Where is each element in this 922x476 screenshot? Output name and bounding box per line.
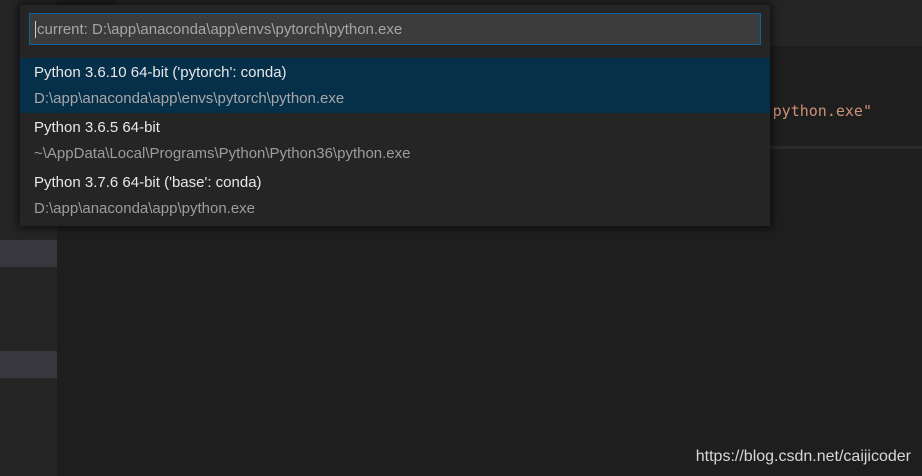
interpreter-path: ~\AppData\Local\Programs\Python\Python36… xyxy=(34,145,411,162)
interpreter-item-pytorch[interactable]: Python 3.6.10 64-bit ('pytorch': conda) … xyxy=(20,58,770,113)
sidebar-item[interactable] xyxy=(0,351,57,378)
interpreter-list: Python 3.6.10 64-bit ('pytorch': conda) … xyxy=(20,58,770,223)
editor-divider xyxy=(770,146,922,149)
interpreter-item-python36[interactable]: Python 3.6.5 64-bit ~\AppData\Local\Prog… xyxy=(20,113,770,168)
interpreter-label: Python 3.6.5 64-bit xyxy=(34,119,160,136)
interpreter-quick-pick: current: D:\app\anaconda\app\envs\pytorc… xyxy=(20,5,770,226)
interpreter-label: Python 3.6.10 64-bit ('pytorch': conda) xyxy=(34,64,287,81)
interpreter-path: D:\app\anaconda\app\envs\pytorch\python.… xyxy=(34,90,345,107)
interpreter-label: Python 3.7.6 64-bit ('base': conda) xyxy=(34,174,262,191)
text-cursor xyxy=(35,20,36,38)
quick-pick-placeholder: current: D:\app\anaconda\app\envs\pytorc… xyxy=(37,20,403,38)
watermark-text: https://blog.csdn.net/caijicoder xyxy=(695,448,911,465)
editor-code-fragment: python.exe" xyxy=(772,102,872,120)
interpreter-path: D:\app\anaconda\app\python.exe xyxy=(34,200,256,217)
vscode-window: python.exe" current: D:\app\anaconda\app… xyxy=(0,0,922,476)
interpreter-item-base[interactable]: Python 3.7.6 64-bit ('base': conda) D:\a… xyxy=(20,168,770,223)
quick-pick-input[interactable]: current: D:\app\anaconda\app\envs\pytorc… xyxy=(29,13,761,45)
sidebar-item[interactable] xyxy=(0,240,57,267)
